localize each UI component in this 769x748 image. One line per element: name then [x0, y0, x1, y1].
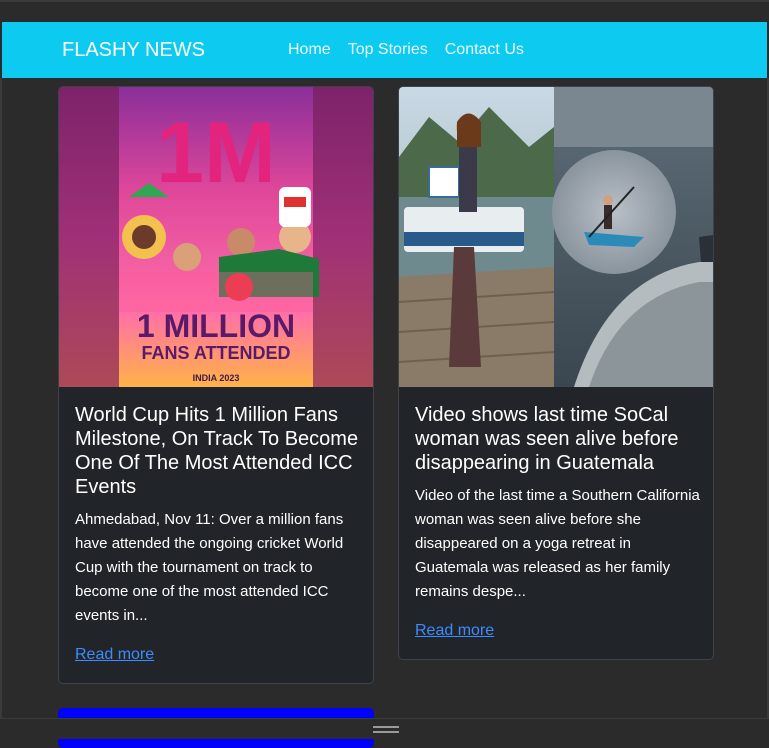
nav-link-top-stories[interactable]: Top Stories: [348, 40, 428, 60]
news-card-title: Video shows last time SoCal woman was se…: [415, 404, 679, 474]
poster-caption-line2: FANS ATTENDED: [141, 343, 290, 363]
nav-links: Home Top Stories Contact Us: [288, 40, 541, 60]
browser-top-strip: [0, 0, 769, 22]
navbar: FLASHY NEWS Home Top Stories Contact Us: [2, 22, 767, 78]
poster-logo-text: INDIA 2023: [193, 373, 240, 383]
nav-link-contact-us[interactable]: Contact Us: [445, 40, 524, 60]
read-more-link[interactable]: Read more: [415, 621, 494, 641]
left-edge: [0, 78, 2, 738]
brand-logo-link[interactable]: FLASHY NEWS: [62, 38, 205, 62]
news-card-image[interactable]: 1M 1 MILLION FANS ATTENDED INDIA 2023: [59, 87, 373, 387]
news-card: 1M 1 MILLION FANS ATTENDED INDIA 2023 Wo…: [58, 86, 374, 684]
nav-link-home[interactable]: Home: [288, 40, 331, 60]
resize-handle-icon[interactable]: [373, 726, 399, 734]
poster-caption-line1: 1 MILLION: [137, 308, 295, 344]
news-card-image[interactable]: [399, 87, 713, 387]
news-card-text: Video of the last time a Southern Califo…: [415, 487, 700, 600]
news-card-text: Ahmedabad, Nov 11: Over a million fans h…: [75, 511, 344, 624]
read-more-link[interactable]: Read more: [75, 645, 154, 665]
news-card-body: Video shows last time SoCal woman was se…: [415, 403, 701, 604]
news-card: Video shows last time SoCal woman was se…: [398, 86, 714, 660]
poster-badge-text: 1M: [156, 105, 275, 201]
news-card-title: World Cup Hits 1 Million Fans Milestone,…: [75, 404, 359, 498]
news-card-body: World Cup Hits 1 Million Fans Milestone,…: [75, 403, 361, 628]
